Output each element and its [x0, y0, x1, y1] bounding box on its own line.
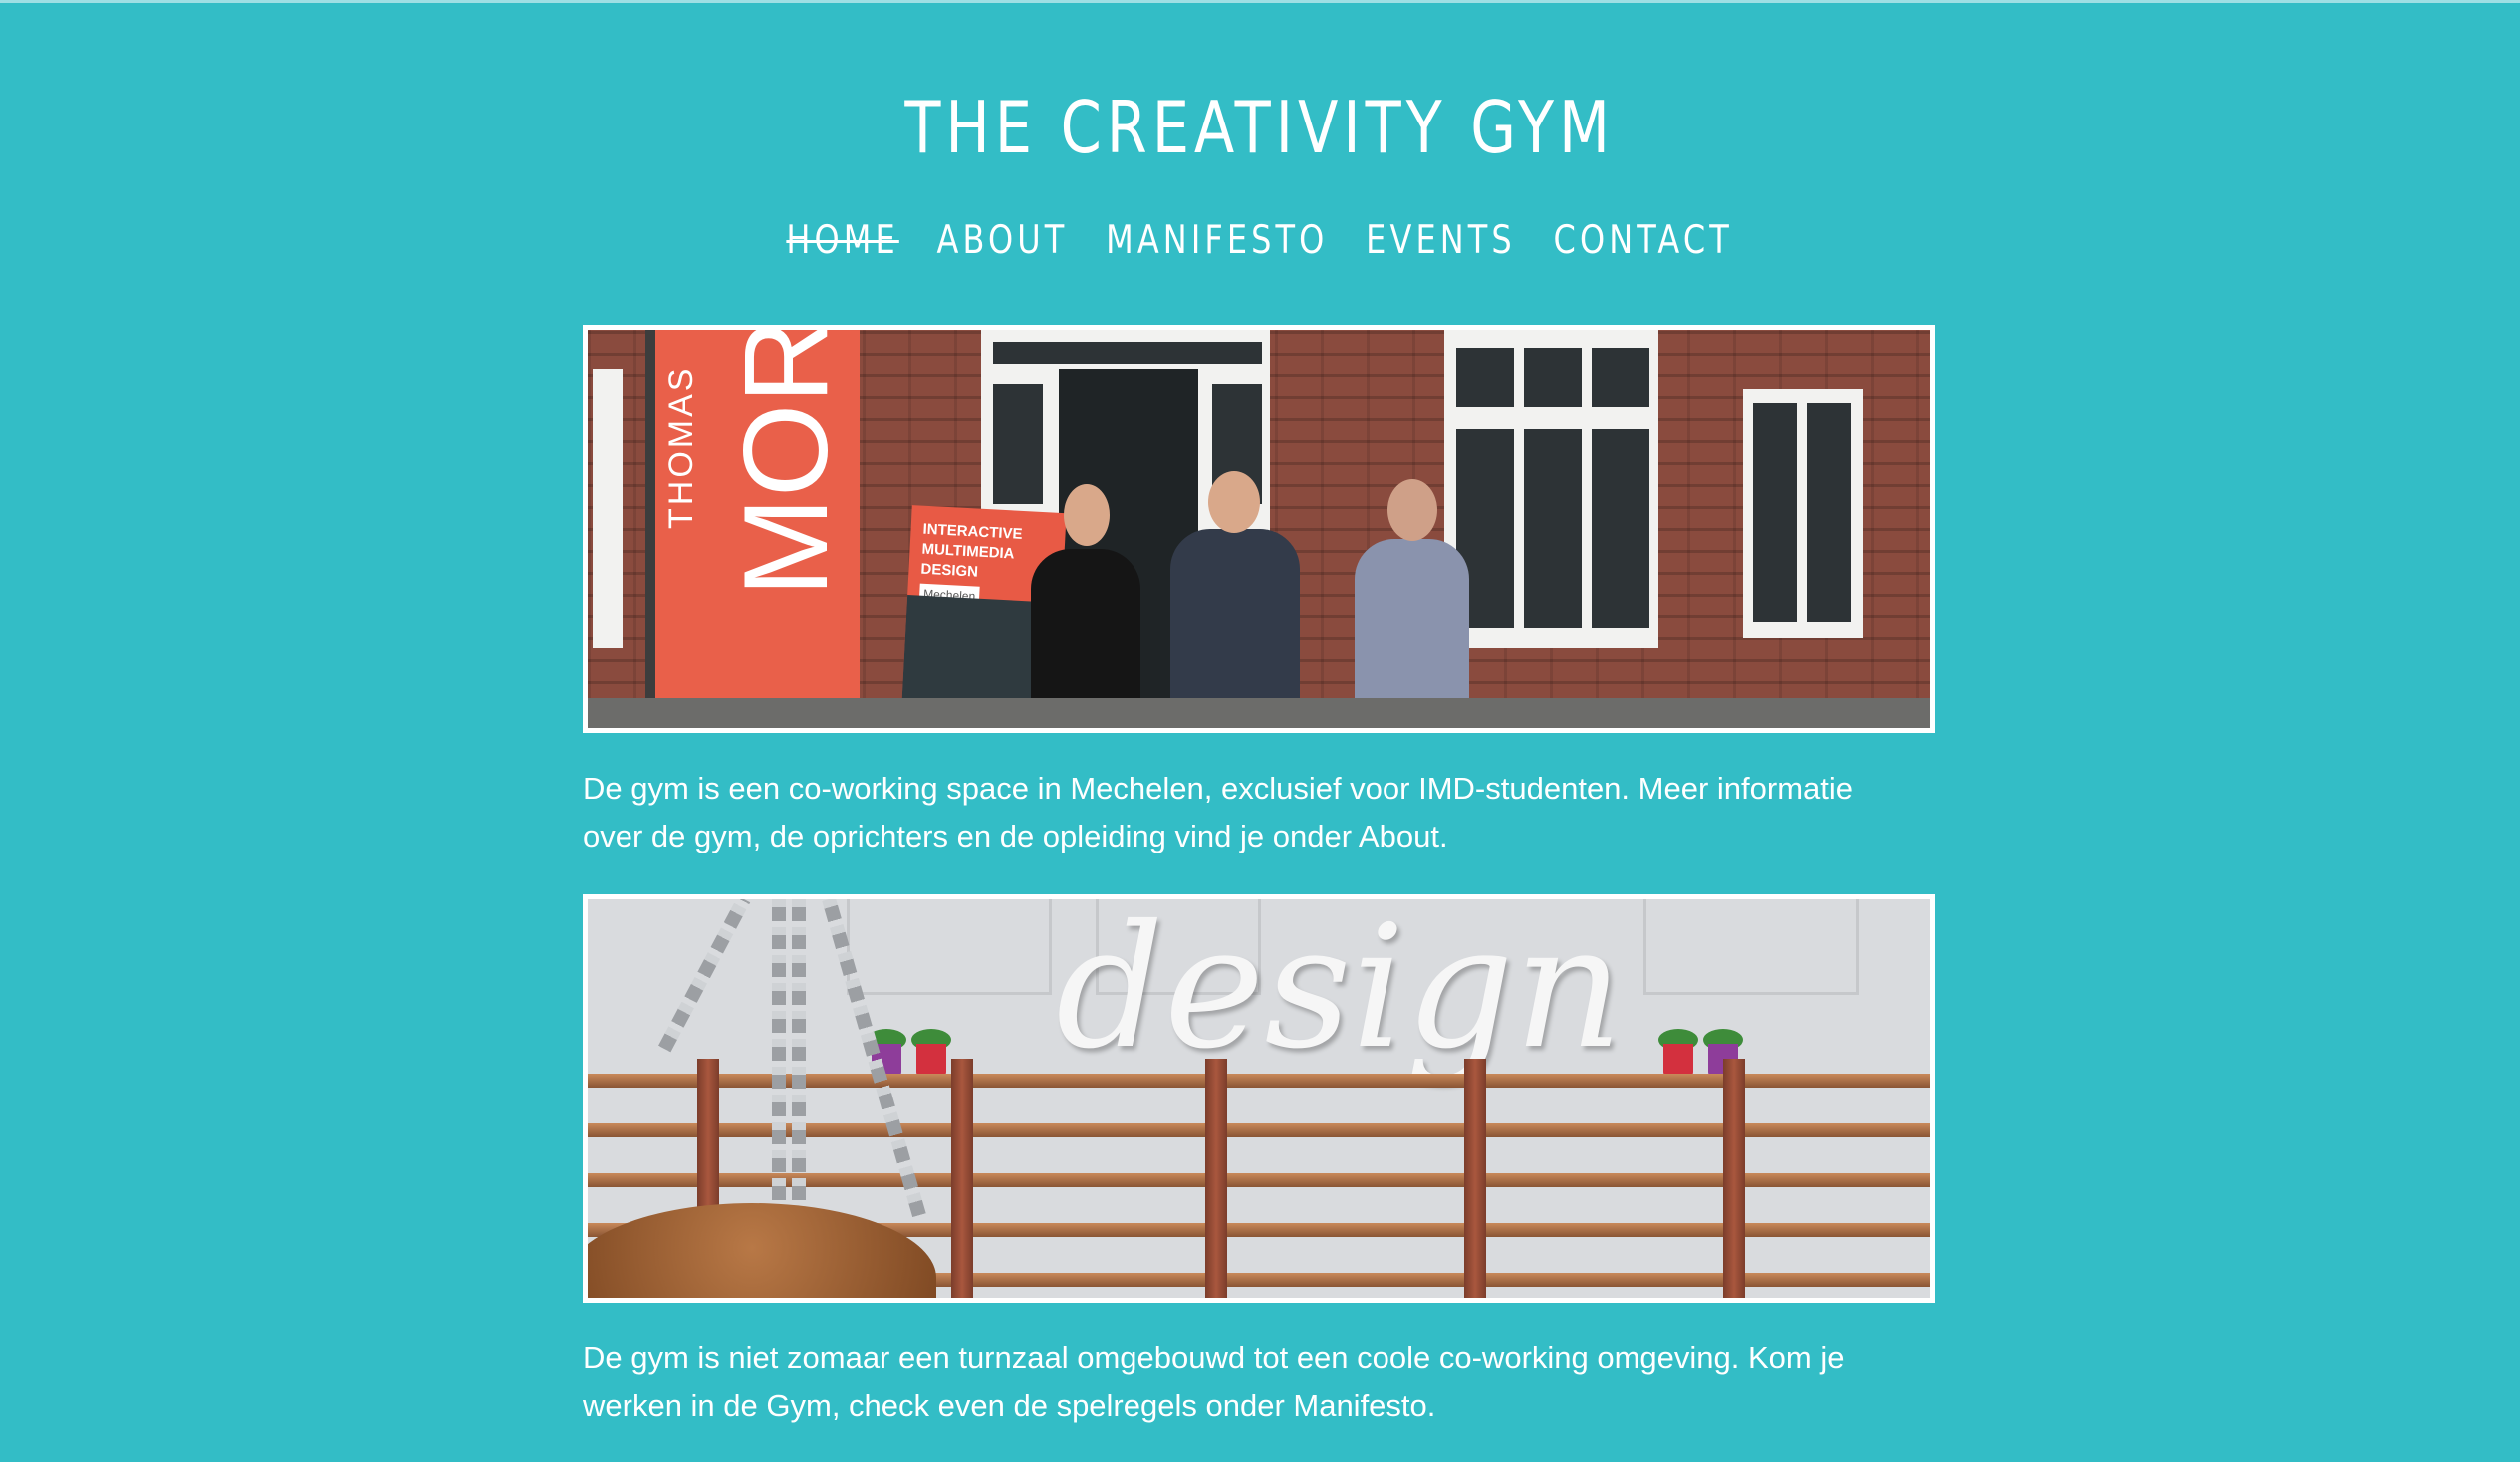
intro-paragraph: De gym is een co-working space in Mechel…: [583, 771, 1853, 853]
main-nav: HOME ABOUT MANIFESTO EVENTS CONTACT: [226, 211, 2293, 271]
site-title[interactable]: THE CREATIVITY GYM: [226, 78, 2293, 177]
flag-small-text: THOMAS: [662, 366, 700, 529]
nav-events[interactable]: EVENTS: [1366, 211, 1516, 271]
nav-contact[interactable]: CONTACT: [1554, 211, 1733, 271]
flag-big-text: MOR: [719, 325, 853, 597]
person-left-head: [1064, 484, 1110, 546]
window-left: [1444, 330, 1658, 648]
manifesto-paragraph: De gym is niet zomaar een turnzaal omgeb…: [583, 1340, 1845, 1423]
nav-home[interactable]: HOME: [786, 211, 898, 271]
window-right: [1743, 389, 1863, 638]
nav-manifesto[interactable]: MANIFESTO: [1106, 211, 1328, 271]
window-edge: [593, 369, 623, 648]
sidewalk: [588, 698, 1930, 728]
gym-interior-photo: design: [583, 894, 1935, 1303]
design-sign: design: [1056, 894, 1624, 1087]
top-border: [0, 0, 2520, 3]
gym-entrance-photo: THOMAS MOR INTERACTIVE MULTIMEDIA DESIGN…: [583, 325, 1935, 733]
person-right-head: [1387, 479, 1437, 541]
nav-about[interactable]: ABOUT: [937, 211, 1069, 271]
person-middle-head: [1208, 471, 1260, 533]
